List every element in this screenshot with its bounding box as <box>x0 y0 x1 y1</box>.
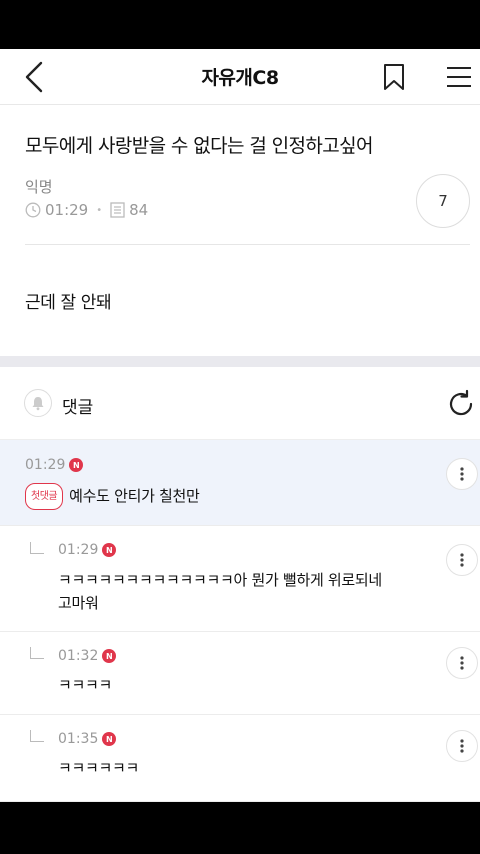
comment-time-row: 01:32 N <box>58 648 117 664</box>
comment-text: ㅋㅋㅋㅋ <box>58 676 113 694</box>
comment-time-row: 01:35 N <box>58 731 117 747</box>
reply-item: 01:32 N ㅋㅋㅋㅋ <box>0 632 480 715</box>
clock-icon <box>25 202 41 218</box>
back-button[interactable] <box>14 57 54 97</box>
post-divider <box>25 244 470 245</box>
comment-time-row: 01:29 N <box>25 457 84 473</box>
notification-toggle[interactable] <box>24 389 52 417</box>
comments-label: 댓글 <box>62 398 94 418</box>
comment-text-row: 첫댓글 예수도 안티가 칠천만 <box>25 483 200 510</box>
views-icon <box>110 202 125 218</box>
new-badge: N <box>102 732 117 746</box>
reply-arrow-icon <box>30 542 44 554</box>
comment-text: 예수도 안티가 칠천만 <box>69 487 200 505</box>
comment-time: 01:29 <box>58 542 99 558</box>
bell-icon <box>32 397 44 411</box>
bookmark-icon <box>384 64 404 90</box>
comment-text: ㅋㅋㅋㅋㅋㅋㅋㅋㅋㅋㅋㅋㅋ아 뭔가 뻘하게 위로되네 고마워 <box>58 569 382 615</box>
post-author: 익명 <box>25 178 53 196</box>
bookmark-button[interactable] <box>376 57 412 97</box>
comment-text: ㅋㅋㅋㅋㅋㅋ <box>58 759 140 777</box>
post-views: 84 <box>129 201 149 219</box>
comment-text-line: 고마워 <box>58 594 99 612</box>
comment-time-row: 01:29 N <box>58 542 117 558</box>
comment-text-line: ㅋㅋㅋㅋㅋㅋㅋㅋㅋㅋㅋㅋㅋ아 뭔가 뻘하게 위로되네 <box>58 571 382 589</box>
section-divider <box>0 356 480 367</box>
comments-header: 댓글 <box>0 367 480 440</box>
comment-more-button[interactable] <box>446 458 478 490</box>
more-vertical-icon <box>460 467 464 481</box>
comment-more-button[interactable] <box>446 544 478 576</box>
reply-arrow-icon <box>30 647 44 659</box>
more-vertical-icon <box>460 553 464 567</box>
post-body: 근데 잘 안돼 <box>25 293 112 313</box>
comment-more-button[interactable] <box>446 647 478 679</box>
comment-more-button[interactable] <box>446 730 478 762</box>
chevron-left-icon <box>25 61 43 93</box>
more-vertical-icon <box>460 739 464 753</box>
reply-item: 01:29 N ㅋㅋㅋㅋㅋㅋㅋㅋㅋㅋㅋㅋㅋ아 뭔가 뻘하게 위로되네 고마워 <box>0 526 480 632</box>
comment-time: 01:35 <box>58 731 99 747</box>
comment-time: 01:32 <box>58 648 99 664</box>
comment-time: 01:29 <box>25 457 66 473</box>
reply-item: 01:35 N ㅋㅋㅋㅋㅋㅋ <box>0 715 480 802</box>
refresh-button[interactable] <box>444 387 478 421</box>
meta-separator: • <box>96 204 103 216</box>
refresh-icon <box>449 389 473 416</box>
hamburger-menu-icon <box>447 67 471 87</box>
new-badge: N <box>102 543 117 557</box>
new-badge: N <box>102 649 117 663</box>
menu-button[interactable] <box>440 57 478 97</box>
new-badge: N <box>69 458 84 472</box>
more-vertical-icon <box>460 656 464 670</box>
post-meta: 01:29 • 84 <box>25 201 148 219</box>
first-comment-badge: 첫댓글 <box>25 483 64 510</box>
post-time: 01:29 <box>45 201 89 219</box>
comment-count-button[interactable]: 7 <box>416 174 470 228</box>
reply-arrow-icon <box>30 730 44 742</box>
top-app-bar: 자유개C8 <box>0 49 480 105</box>
app-screen: 자유개C8 모두에게 사랑받을 수 없다는 걸 인정하고싶어 익명 01:29 … <box>0 49 480 802</box>
comment-item: 01:29 N 첫댓글 예수도 안티가 칠천만 <box>0 440 480 526</box>
post-title: 모두에게 사랑받을 수 없다는 걸 인정하고싶어 <box>25 135 374 157</box>
